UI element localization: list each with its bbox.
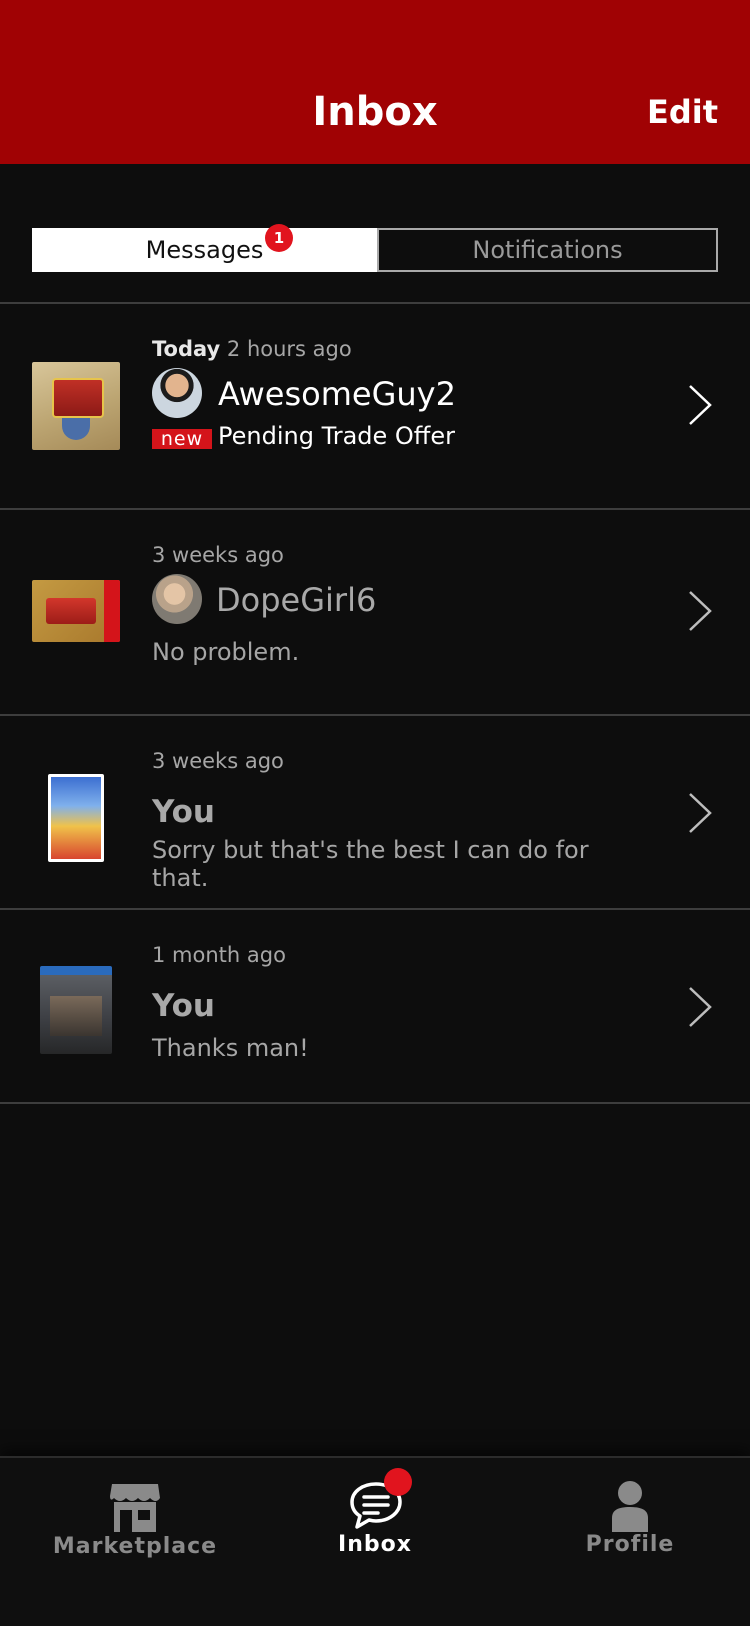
tabbar-label-profile: Profile: [585, 1532, 675, 1557]
tab-notifications-label: Notifications: [472, 236, 623, 264]
tabbar-item-marketplace[interactable]: Marketplace: [40, 1458, 230, 1568]
tabbar-label-inbox: Inbox: [338, 1532, 412, 1557]
sender-name: DopeGirl6: [216, 581, 377, 619]
chevron-right-icon: [689, 793, 712, 833]
message-row[interactable]: 3 weeks ago DopeGirl6 No problem.: [0, 510, 750, 714]
tab-messages[interactable]: Messages 1: [32, 224, 377, 272]
message-preview: Thanks man!: [152, 1034, 309, 1062]
message-preview: Sorry but that's the best I can do for t…: [152, 836, 589, 892]
message-row[interactable]: 1 month ago You Thanks man!: [0, 910, 750, 1102]
smash-bros-game-cover-thumbnail: [48, 774, 104, 862]
tab-notifications[interactable]: Notifications: [377, 228, 718, 272]
message-row[interactable]: 3 weeks ago You Sorry but that's the bes…: [0, 716, 750, 908]
tabbar-item-inbox[interactable]: Inbox: [300, 1458, 450, 1568]
message-time: 3 weeks ago: [152, 749, 284, 773]
sender-name: You: [152, 794, 215, 830]
division-2-game-cover-thumbnail: [40, 966, 112, 1054]
person-icon: [612, 1481, 648, 1532]
avatar: [152, 368, 202, 418]
message-preview: Pending Trade Offer: [218, 422, 455, 450]
new-badge: new: [152, 429, 212, 449]
message-row[interactable]: Today 2 hours ago AwesomeGuy2 new Pendin…: [0, 304, 750, 508]
tabbar-item-profile[interactable]: Profile: [560, 1458, 700, 1568]
storefront-icon: [110, 1484, 160, 1532]
sender-name: AwesomeGuy2: [218, 375, 456, 413]
message-time: 2 hours ago: [226, 337, 352, 361]
message-preview: No problem.: [152, 638, 300, 666]
zelda-game-cover-thumbnail: [32, 362, 120, 450]
message-list: Today 2 hours ago AwesomeGuy2 new Pendin…: [0, 302, 750, 1104]
message-time: 3 weeks ago: [152, 543, 284, 567]
message-time: 1 month ago: [152, 943, 286, 967]
messages-count-badge: 1: [265, 224, 293, 252]
inbox-tabs: Messages 1 Notifications: [32, 224, 718, 272]
sender-name: You: [152, 988, 215, 1024]
inbox-notification-dot: [384, 1468, 412, 1496]
tab-messages-label: Messages: [145, 236, 264, 264]
chevron-right-icon: [689, 385, 712, 425]
bottom-tab-bar: Marketplace Inbox Profile: [0, 1456, 750, 1626]
page-title: Inbox: [312, 89, 438, 135]
edit-button[interactable]: Edit: [647, 90, 718, 134]
message-day: Today: [152, 337, 221, 361]
chevron-right-icon: [689, 591, 712, 631]
zelda-n64-game-cover-thumbnail: [32, 580, 120, 642]
message-timestamp: 1 month ago: [152, 942, 286, 968]
avatar: [152, 574, 202, 624]
chevron-right-icon: [689, 987, 712, 1027]
message-timestamp: Today 2 hours ago: [152, 336, 352, 362]
message-timestamp: 3 weeks ago: [152, 748, 284, 774]
message-timestamp: 3 weeks ago: [152, 542, 284, 568]
tabbar-label-marketplace: Marketplace: [52, 1534, 218, 1559]
list-divider: [0, 1102, 750, 1104]
app-header: Inbox Edit: [0, 0, 750, 164]
